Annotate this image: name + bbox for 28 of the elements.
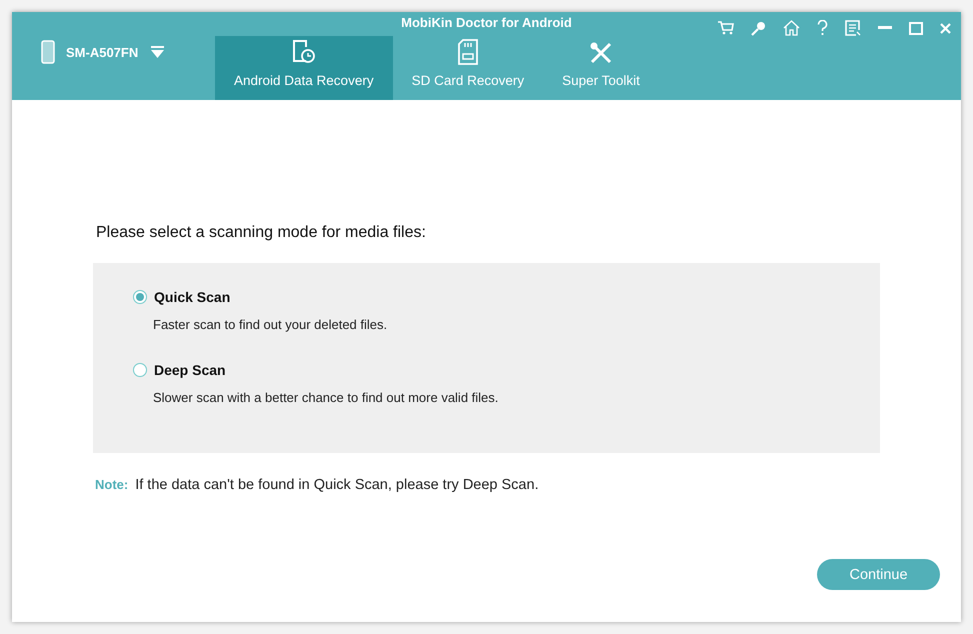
device-selector[interactable]: SM-A507FN bbox=[12, 40, 215, 64]
prompt-text: Please select a scanning mode for media files: bbox=[96, 224, 427, 242]
window-title: MobiKin Doctor for Android bbox=[401, 15, 572, 30]
help-icon[interactable] bbox=[817, 20, 828, 36]
cart-icon[interactable] bbox=[718, 21, 734, 35]
sd-card-icon bbox=[458, 39, 478, 65]
feedback-icon[interactable] bbox=[845, 20, 861, 36]
tab[interactable]: Super Toolkit bbox=[543, 36, 659, 100]
option-description: Faster scan to find out your deleted files. bbox=[153, 317, 388, 332]
tools-icon bbox=[589, 41, 614, 65]
tab[interactable]: Android Data Recovery bbox=[215, 36, 393, 100]
option-description: Slower scan with a better chance to find out more valid files. bbox=[153, 390, 500, 405]
key-icon[interactable] bbox=[751, 20, 766, 36]
radio-button[interactable] bbox=[133, 363, 147, 377]
option-label[interactable]: Quick Scan bbox=[154, 289, 230, 305]
note-label: Note: bbox=[95, 477, 128, 492]
phone-icon bbox=[41, 40, 55, 64]
phone-clock-icon bbox=[292, 39, 316, 65]
note-text: If the data can't be found in Quick Scan, please try Deep Scan. bbox=[135, 477, 539, 493]
tab[interactable]: SD Card Recovery bbox=[392, 36, 544, 100]
option-label[interactable]: Deep Scan bbox=[154, 362, 226, 378]
radio-button[interactable] bbox=[133, 290, 147, 304]
home-icon[interactable] bbox=[783, 20, 800, 36]
continue-button[interactable]: Continue bbox=[817, 559, 940, 590]
maximize-icon[interactable] bbox=[909, 22, 923, 34]
close-icon[interactable] bbox=[940, 22, 951, 34]
minimize-icon[interactable] bbox=[878, 26, 892, 30]
caret-icon bbox=[151, 46, 164, 58]
